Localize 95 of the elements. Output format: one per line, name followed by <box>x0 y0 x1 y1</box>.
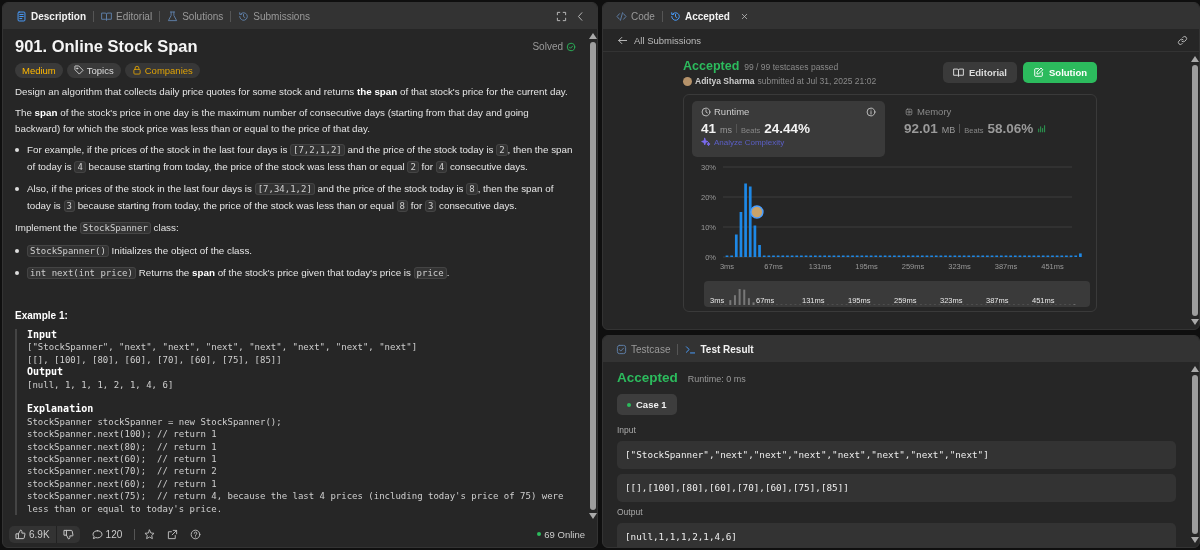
stat-unit: ms <box>720 125 733 135</box>
bullet-dot <box>15 248 19 253</box>
field-label: Input <box>617 425 637 435</box>
star-icon <box>144 528 156 540</box>
thumbs-up-icon <box>15 528 26 540</box>
code-line: stockSpanner.next(60); // return 1 <box>27 453 218 466</box>
info-icon <box>866 106 876 117</box>
flask-icon <box>167 10 179 22</box>
back-arrow-icon <box>617 34 628 46</box>
runtime-label: Runtime: 0 ms <box>687 374 746 384</box>
code-line: [null, 1, 1, 1, 2, 1, 4, 6] <box>27 378 175 392</box>
code-line: stockSpanner.next(80); // return 1 <box>27 440 218 454</box>
fullscreen-icon <box>556 10 567 22</box>
description-paragraph: The span of the stock's price in one day is the maximum number of consecutive days (starting from that day and going backward) for which the stock price was less than or equal to the price of that day. <box>15 106 530 136</box>
avatar <box>683 76 692 86</box>
beats-percent: 24.44% <box>764 121 810 136</box>
solved-label: Solved <box>532 40 563 54</box>
back-link[interactable]: All Submissions <box>611 33 708 47</box>
beats-percent: 58.06% <box>987 121 1034 136</box>
code-icon <box>616 10 627 22</box>
code-line: stockSpanner.next(100); // return 1 <box>27 428 218 441</box>
problem-title: 901. Online Stock Span <box>15 39 198 55</box>
code-line: stockSpanner.next(75); // return 4, because the last 4 prices (including today's price of 75) were less than or equal to today's price. <box>27 490 565 516</box>
tab[interactable]: Submissions <box>233 8 315 24</box>
tab[interactable]: Test Result <box>680 341 759 357</box>
description-bullet: StockSpanner() Initializes the object of the class. <box>27 242 253 259</box>
tab[interactable]: Testcase <box>611 341 676 357</box>
tab[interactable]: Accepted <box>664 8 735 24</box>
submitted-time: submitted at Jul 31, 2025 21:02 <box>757 76 877 86</box>
stat-unit: MB <box>941 125 956 135</box>
scrollbar-thumb[interactable] <box>1191 65 1198 316</box>
example-heading: Explanation <box>27 403 95 416</box>
example-heading: Input <box>27 329 59 342</box>
tag-chip[interactable]: Companies <box>124 62 200 78</box>
share-icon <box>167 528 179 540</box>
code-line: StockSpanner stockSpanner = new StockSpanner(); <box>27 415 283 429</box>
thumbs-down-icon <box>62 528 74 540</box>
code-line: ["StockSpanner", "next", "next", "next", "next", "next", "next", "next"] <box>27 341 419 354</box>
testcases-passed: 99 / 99 testcases passed <box>744 62 839 72</box>
description-bullet: int next(int price) Returns the span of the stock's price given that today's price is price . <box>27 265 450 282</box>
example-heading: Output <box>27 366 65 379</box>
example-title: Example 1: <box>15 308 69 323</box>
edit-icon <box>1033 67 1044 78</box>
scrollbar-thumb[interactable] <box>589 42 596 510</box>
tab[interactable]: Solutions <box>162 8 229 24</box>
stat-value: 41 <box>701 121 717 136</box>
lock-icon <box>131 65 142 75</box>
stat-value: 92.01 <box>904 121 938 136</box>
tab[interactable]: Description <box>11 8 91 24</box>
close-icon <box>739 11 749 21</box>
description-paragraph: Implement the StockSpanner class: <box>15 221 180 236</box>
editorial-button[interactable]: Editorial <box>943 62 1017 83</box>
stat-label: Memory <box>917 106 952 117</box>
scrollbar-thumb[interactable] <box>1191 375 1198 534</box>
chip-icon <box>904 106 914 117</box>
tab[interactable]: Editorial <box>96 8 158 24</box>
bullet-dot <box>15 187 19 191</box>
value-box: ["StockSpanner","next","next","next","next","next","next","next"] <box>617 441 1176 469</box>
check-circle-icon <box>566 41 576 52</box>
history-icon <box>669 10 681 22</box>
code-line: [[], [100], [80], [60], [70], [60], [75], [85]] <box>27 353 283 367</box>
comments-button[interactable]: 120 <box>85 525 129 543</box>
document-icon <box>16 10 27 22</box>
case-tab[interactable]: Case 1 <box>617 394 677 415</box>
history-icon <box>238 10 250 22</box>
value-box: [[],[100],[80],[60],[70],[60],[75],[85]] <box>617 474 1176 502</box>
comment-icon <box>91 528 103 540</box>
stat-label: Runtime <box>714 106 750 117</box>
result-status: Accepted <box>617 370 678 385</box>
description-bullet: For example, if the prices of the stock in the last four days is [7,2,1,2] and the price of the stock today is 2 , then the span of today is 4 because starting from today, the price of the stock was less than or equal 2 for 4 consecutive days. <box>27 143 574 175</box>
link-icon <box>1177 34 1188 46</box>
status-label: Accepted <box>683 59 740 73</box>
field-label: Output <box>617 507 644 517</box>
user-marker <box>750 205 764 219</box>
tag-icon <box>73 65 84 75</box>
user-name[interactable]: Aditya Sharma <box>695 76 755 86</box>
sparkle-icon <box>701 137 711 147</box>
bullet-dot <box>15 271 19 275</box>
description-bullet: Also, if the prices of the stock in the last four days is [7,34,1,2] and the price of the stock today is 8 , then the span of today is 3 because starting from today, the price of the stock was less than or equal 8 for 3 consecutive days. <box>27 182 555 214</box>
tag-chip[interactable]: Medium <box>15 62 63 78</box>
tag-chip[interactable]: Topics <box>66 62 121 78</box>
online-dot <box>537 532 542 536</box>
tab[interactable]: Code <box>611 8 660 24</box>
clock-icon <box>701 106 711 117</box>
bullet-dot <box>15 148 19 152</box>
bar-chart-icon <box>1037 124 1047 133</box>
book-icon <box>101 10 112 22</box>
online-count: 69 Online <box>544 528 585 540</box>
value-box: [null,1,1,1,2,1,4,6] <box>617 523 1176 547</box>
description-paragraph: Design an algorithm that collects daily price quotes for some stock and returns the span of that stock's price for the current day. <box>15 84 569 99</box>
code-line: stockSpanner.next(70); // return 2 <box>27 465 218 478</box>
book-icon <box>953 67 964 78</box>
code-line: stockSpanner.next(60); // return 1 <box>27 477 218 491</box>
terminal-icon <box>685 343 697 355</box>
help-icon <box>190 528 202 540</box>
